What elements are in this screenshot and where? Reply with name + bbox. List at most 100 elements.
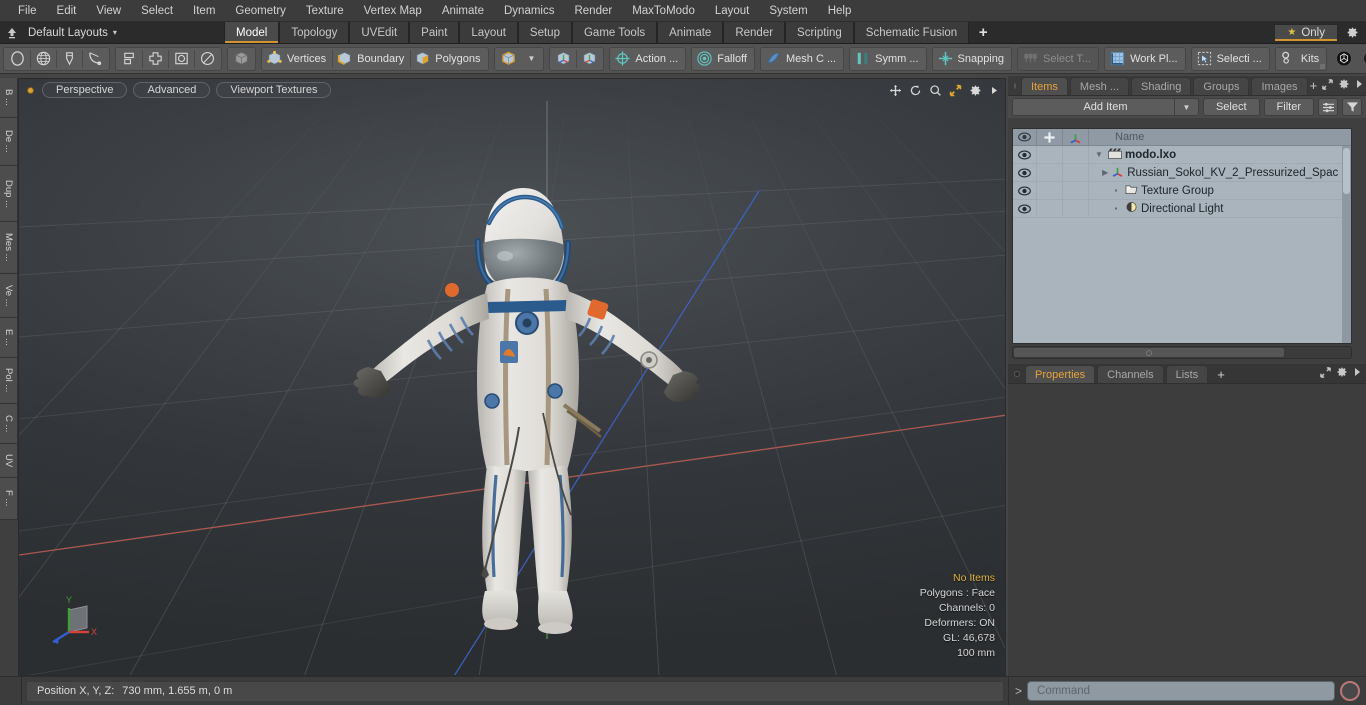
layout-home-icon[interactable] bbox=[0, 22, 24, 43]
column-header-transform[interactable] bbox=[1063, 129, 1089, 145]
add-item-button[interactable]: Add Item ▼ bbox=[1012, 98, 1199, 116]
table-row[interactable]: ▼ modo.lxo bbox=[1013, 146, 1351, 164]
row-visibility-toggle[interactable] bbox=[1013, 200, 1037, 217]
tab-uvedit[interactable]: UVEdit bbox=[349, 22, 410, 43]
falloff-button[interactable]: Falloff bbox=[693, 48, 753, 70]
viewport-expand-arrow-icon[interactable] bbox=[989, 85, 999, 96]
tab-groups[interactable]: Groups bbox=[1193, 77, 1250, 95]
item-list[interactable]: Name ▼ modo.lxo ▶ Russian_Sokol_KV_2_Pre… bbox=[1012, 128, 1352, 344]
kits-button[interactable]: Kits bbox=[1277, 48, 1325, 70]
align-icon[interactable] bbox=[117, 48, 142, 70]
left-tab-duplicate[interactable]: Dup ... bbox=[0, 166, 18, 222]
record-macro-icon[interactable] bbox=[1340, 681, 1360, 701]
status-bar-handle[interactable] bbox=[0, 677, 22, 705]
cube-grey-icon[interactable] bbox=[229, 48, 254, 70]
panel-arrow-icon[interactable] bbox=[1353, 367, 1361, 380]
filter-button[interactable]: Filter bbox=[1263, 98, 1314, 116]
menu-item-dynamics[interactable]: Dynamics bbox=[494, 2, 564, 20]
tab-layout[interactable]: Layout bbox=[459, 22, 518, 43]
select-through-button[interactable]: Select T... bbox=[1019, 48, 1097, 70]
panel-gear-icon[interactable] bbox=[1338, 78, 1350, 93]
cube-orange-icon[interactable] bbox=[496, 48, 521, 70]
circle-icon[interactable] bbox=[5, 48, 30, 70]
row-visibility-toggle[interactable] bbox=[1013, 146, 1037, 163]
panel-indicator-dot[interactable] bbox=[1014, 83, 1016, 89]
globe-icon[interactable] bbox=[31, 48, 56, 70]
row-transform-cell[interactable] bbox=[1063, 182, 1089, 199]
tab-properties[interactable]: Properties bbox=[1025, 365, 1096, 383]
panel-gear-icon[interactable] bbox=[1336, 366, 1348, 381]
select-button[interactable]: Select bbox=[1202, 98, 1260, 116]
left-tab-mesh-edit[interactable]: Mes ... bbox=[0, 222, 18, 274]
row-transform-cell[interactable] bbox=[1063, 200, 1089, 217]
column-header-name[interactable]: Name bbox=[1089, 131, 1351, 143]
scrollbar-thumb[interactable] bbox=[1014, 348, 1284, 357]
axis-gizmo[interactable]: Y X bbox=[47, 590, 109, 653]
polygons-mode-button[interactable]: Polygons bbox=[411, 48, 486, 70]
scrollbar-thumb[interactable] bbox=[1343, 148, 1350, 194]
tab-lists[interactable]: Lists bbox=[1165, 365, 1209, 383]
tab-render[interactable]: Render bbox=[723, 22, 786, 43]
work-plane-button[interactable]: Work Pl... bbox=[1106, 48, 1183, 70]
boundary-mode-button[interactable]: Boundary bbox=[333, 48, 410, 70]
left-tab-vertex[interactable]: Ve ... bbox=[0, 274, 18, 318]
pan-icon[interactable] bbox=[889, 84, 902, 97]
command-input[interactable]: Command bbox=[1027, 681, 1335, 701]
expand-icon[interactable] bbox=[1320, 366, 1331, 381]
unity-icon[interactable] bbox=[1332, 48, 1356, 70]
tab-animate[interactable]: Animate bbox=[657, 22, 724, 43]
viewport-shading-dropdown[interactable]: Advanced bbox=[133, 82, 211, 98]
item-list-horizontal-scrollbar[interactable] bbox=[1012, 346, 1352, 359]
column-header-visibility[interactable] bbox=[1013, 129, 1037, 145]
menu-item-maxtomodo[interactable]: MaxToModo bbox=[622, 2, 705, 20]
layout-gear-icon[interactable] bbox=[1338, 22, 1366, 43]
left-tab-edge[interactable]: E ... bbox=[0, 318, 18, 358]
axis-cube-b-icon[interactable] bbox=[577, 48, 602, 70]
pen-tool-icon[interactable] bbox=[57, 48, 82, 70]
row-transform-cell[interactable] bbox=[1063, 164, 1089, 181]
menu-item-edit[interactable]: Edit bbox=[47, 2, 87, 20]
unreal-icon[interactable]: U bbox=[1359, 48, 1366, 70]
3d-viewport[interactable]: Perspective Advanced Viewport Textures N… bbox=[18, 78, 1006, 676]
menu-item-layout[interactable]: Layout bbox=[705, 2, 760, 20]
table-row[interactable]: ▶ Russian_Sokol_KV_2_Pressurized_Spac ..… bbox=[1013, 164, 1351, 182]
left-tab-polygon[interactable]: Pol ... bbox=[0, 358, 18, 404]
row-lock-cell[interactable] bbox=[1037, 200, 1063, 217]
rotate-icon[interactable] bbox=[909, 84, 922, 97]
item-row-name-cell[interactable]: ▪ Texture Group bbox=[1089, 184, 1351, 198]
menu-item-select[interactable]: Select bbox=[131, 2, 183, 20]
expand-icon[interactable] bbox=[1322, 78, 1333, 93]
menu-item-file[interactable]: File bbox=[8, 2, 47, 20]
curve-icon[interactable] bbox=[83, 48, 108, 70]
row-lock-cell[interactable] bbox=[1037, 146, 1063, 163]
tab-topology[interactable]: Topology bbox=[279, 22, 350, 43]
tab-game-tools[interactable]: Game Tools bbox=[571, 22, 658, 43]
left-tab-basic[interactable]: B ... bbox=[0, 78, 18, 118]
row-visibility-toggle[interactable] bbox=[1013, 164, 1037, 181]
expander-icon[interactable]: ▶ bbox=[1102, 168, 1108, 177]
menu-item-vertex-map[interactable]: Vertex Map bbox=[354, 2, 432, 20]
item-list-vertical-scrollbar[interactable] bbox=[1342, 146, 1351, 343]
tab-items[interactable]: Items bbox=[1021, 77, 1068, 95]
only-toggle-button[interactable]: ★ Only bbox=[1274, 24, 1338, 41]
tab-paint[interactable]: Paint bbox=[409, 22, 460, 43]
position-readout[interactable]: Position X, Y, Z: 730 mm, 1.655 m, 0 m bbox=[26, 680, 1004, 702]
center-icon[interactable] bbox=[143, 48, 168, 70]
tab-scripting[interactable]: Scripting bbox=[785, 22, 854, 43]
fit-view-icon[interactable] bbox=[949, 84, 962, 97]
menu-item-geometry[interactable]: Geometry bbox=[225, 2, 296, 20]
filter-funnel-icon[interactable] bbox=[1342, 98, 1362, 116]
selection-sets-button[interactable]: Selecti ... bbox=[1193, 48, 1268, 70]
tab-images[interactable]: Images bbox=[1251, 77, 1308, 95]
table-row[interactable]: ▪ Directional Light bbox=[1013, 200, 1351, 218]
left-tab-curve[interactable]: C ... bbox=[0, 404, 18, 444]
symmetry-button[interactable]: Symm ... bbox=[851, 48, 924, 70]
snapping-button[interactable]: Snapping bbox=[934, 48, 1011, 70]
left-tab-fusion[interactable]: F ... bbox=[0, 478, 18, 520]
row-transform-cell[interactable] bbox=[1063, 146, 1089, 163]
action-center-button[interactable]: Action ... bbox=[611, 48, 684, 70]
menu-item-help[interactable]: Help bbox=[818, 2, 862, 20]
row-lock-cell[interactable] bbox=[1037, 182, 1063, 199]
viewport-settings-gear-icon[interactable] bbox=[969, 84, 982, 97]
menu-item-view[interactable]: View bbox=[86, 2, 131, 20]
